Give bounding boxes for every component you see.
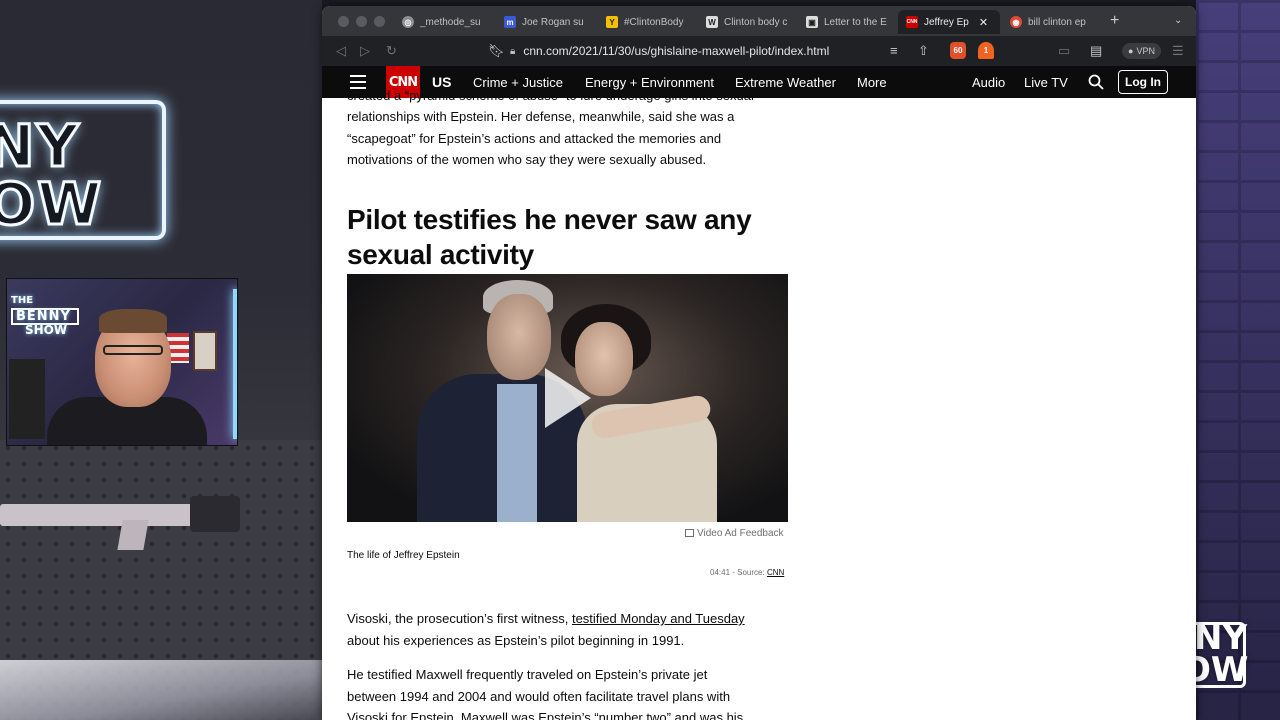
vpn-button[interactable]: ● VPN <box>1122 43 1161 59</box>
tab-joe-rogan[interactable]: m Joe Rogan su <box>496 10 596 34</box>
nav-item-live-tv[interactable]: Live TV <box>1024 75 1068 90</box>
video-player[interactable] <box>347 274 788 522</box>
tab-label: Clinton body c <box>724 16 788 28</box>
nav-item-audio[interactable]: Audio <box>972 75 1005 90</box>
tab-bill-clinton[interactable]: ◉ bill clinton ep <box>1002 10 1102 34</box>
video-caption: The life of Jeffrey Epstein <box>347 550 460 561</box>
window-zoom-button[interactable] <box>374 16 385 27</box>
paragraph-text: Visoski, the prosecution’s first witness… <box>347 611 572 626</box>
paragraph-line: Visoski for Epstein. Maxwell was Epstein… <box>347 710 744 720</box>
forward-arrow-icon[interactable]: ▷ <box>360 43 370 59</box>
video-source-link[interactable]: CNN <box>767 568 784 577</box>
play-icon[interactable] <box>545 368 591 428</box>
tab-label: Jeffrey Ep <box>924 16 969 28</box>
webcam-show-logo: THE BENNY SHOW <box>11 295 79 337</box>
vpn-label: VPN <box>1136 46 1155 56</box>
address-bar[interactable]: 🔒︎ cnn.com/2021/11/30/us/ghislaine-maxwe… <box>510 40 884 62</box>
tab-label: #ClintonBody <box>624 16 684 28</box>
tab-label: Letter to the E <box>824 16 887 28</box>
y-icon: Y <box>606 16 618 28</box>
globe-icon: ◎ <box>402 16 414 28</box>
neon-logo-line-2: OW <box>0 170 104 238</box>
reader-mode-icon[interactable]: ≡ <box>890 43 898 58</box>
tab-label: _methode_su <box>420 16 481 28</box>
brave-shields-icon[interactable]: 60 <box>950 42 966 59</box>
menu-icon[interactable]: ☰ <box>1172 43 1184 59</box>
video-ad-feedback-link[interactable]: Video Ad Feedback <box>685 528 784 539</box>
reload-icon[interactable]: ↻ <box>386 43 397 59</box>
paragraph-line: between 1994 and 2004 and would often fa… <box>347 688 731 704</box>
video-duration: 04:41 <box>710 568 731 577</box>
tab-letter[interactable]: ▣ Letter to the E <box>798 10 898 34</box>
tab-jeffrey-epstein[interactable]: CNN Jeffrey Ep ✕ <box>898 10 1000 34</box>
w-icon: W <box>706 16 718 28</box>
browser-toolbar: ◁ ▷ ↻ 🔖︎ 🔒︎ cnn.com/2021/11/30/us/ghisla… <box>322 36 1196 66</box>
wallet-icon[interactable]: ▤ <box>1090 43 1102 59</box>
paragraph-line: motivations of the women who say they we… <box>347 152 707 167</box>
feedback-icon <box>685 529 694 537</box>
tab-clintonbody[interactable]: Y #ClintonBody <box>598 10 698 34</box>
rifle-prop <box>0 490 250 550</box>
paragraph-line: about his experiences as Epstein’s pilot… <box>347 632 685 648</box>
webcam-logo-bottom: SHOW <box>25 323 68 337</box>
tab-methode[interactable]: ◎ _methode_su <box>394 10 494 34</box>
target-icon: ◉ <box>1010 16 1022 28</box>
article-paragraph-1: relationships with Epstein. Her defense,… <box>347 106 817 171</box>
close-icon[interactable]: ✕ <box>979 16 988 29</box>
paragraph-line: relationships with Epstein. Her defense,… <box>347 109 735 124</box>
search-icon[interactable] <box>1088 74 1104 90</box>
headline-line: sexual activity <box>347 239 534 270</box>
url-text: cnn.com/2021/11/30/us/ghislaine-maxwell-… <box>523 44 830 58</box>
video-source-label: - Source: <box>730 568 767 577</box>
window-close-button[interactable] <box>338 16 349 27</box>
testified-link[interactable]: testified Monday and Tuesday <box>572 611 745 626</box>
browser-window: ◎ _methode_su m Joe Rogan su Y #ClintonB… <box>322 6 1196 720</box>
webcam-logo-top: THE <box>11 295 34 306</box>
section-headline: Pilot testifies he never saw any sexual … <box>347 202 817 272</box>
streamer-webcam: THE BENNY SHOW <box>6 278 238 446</box>
nav-item-more[interactable]: More <box>857 75 887 90</box>
neon-show-logo: NY OW <box>0 100 166 240</box>
m-icon: m <box>504 16 516 28</box>
lock-icon: 🔒︎ <box>510 45 516 57</box>
floor-light <box>0 660 322 720</box>
video-meta: 04:41 - Source: CNN <box>710 568 784 577</box>
equipment-rack <box>9 359 45 439</box>
tab-label: Joe Rogan su <box>522 16 584 28</box>
back-arrow-icon[interactable]: ◁ <box>336 43 346 59</box>
share-icon[interactable]: ⇧ <box>918 43 929 59</box>
window-minimize-button[interactable] <box>356 16 367 27</box>
paragraph-line: “scapegoat” for Epstein’s actions and at… <box>347 130 722 146</box>
stream-background-right <box>1196 0 1280 720</box>
poster-decor <box>193 331 217 371</box>
streamer-glasses <box>103 345 163 355</box>
neon-light-bar <box>233 289 237 439</box>
login-button[interactable]: Log In <box>1118 70 1168 94</box>
headline-line: Pilot testifies he never saw any <box>347 204 752 235</box>
article-cut-line: created a “pyramid scheme of abuse” to l… <box>347 88 754 103</box>
sidebar-icon[interactable]: ▭ <box>1058 43 1070 59</box>
tab-clinton-body[interactable]: W Clinton body c <box>698 10 798 34</box>
doc-icon: ▣ <box>806 16 818 28</box>
tab-bar: ◎ _methode_su m Joe Rogan su Y #ClintonB… <box>322 6 1196 36</box>
tab-label: bill clinton ep <box>1028 16 1086 28</box>
article-paragraph-3: He testified Maxwell frequently traveled… <box>347 664 817 720</box>
new-tab-button[interactable]: + <box>1110 12 1119 30</box>
bookmark-icon[interactable]: 🔖︎ <box>488 43 505 59</box>
brave-rewards-icon[interactable]: 1 <box>978 42 994 59</box>
article-paragraph-2: Visoski, the prosecution’s first witness… <box>347 608 817 651</box>
streamer-hair <box>99 309 167 333</box>
ad-feedback-label: Video Ad Feedback <box>697 528 784 539</box>
paragraph-line: He testified Maxwell frequently traveled… <box>347 667 708 682</box>
neon-logo-line-1: NY <box>0 112 81 180</box>
chevron-down-icon[interactable]: ⌄ <box>1174 15 1182 26</box>
cnn-icon: CNN <box>906 16 918 28</box>
